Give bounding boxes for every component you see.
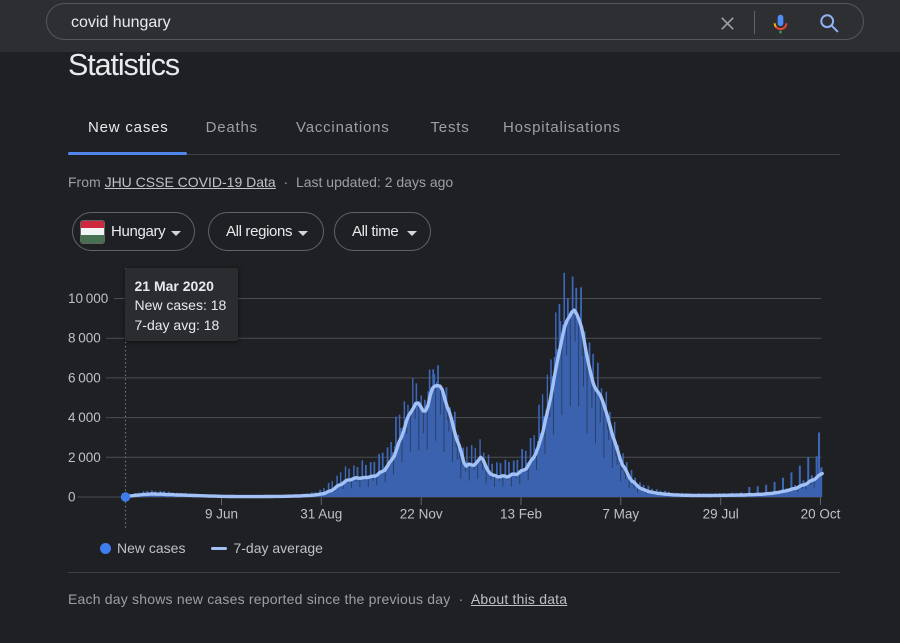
svg-text:7 May: 7 May xyxy=(602,507,639,522)
svg-text:29 Jul: 29 Jul xyxy=(703,507,739,522)
svg-text:8 000: 8 000 xyxy=(68,331,101,346)
svg-text:9 Jun: 9 Jun xyxy=(205,507,238,522)
svg-text:31 Aug: 31 Aug xyxy=(300,507,342,522)
svg-text:22 Nov: 22 Nov xyxy=(400,507,443,522)
svg-text:0: 0 xyxy=(68,490,76,505)
svg-text:20 Oct: 20 Oct xyxy=(801,507,841,522)
svg-text:2 000: 2 000 xyxy=(68,450,101,465)
svg-text:6 000: 6 000 xyxy=(68,370,101,385)
svg-text:4 000: 4 000 xyxy=(68,410,101,425)
svg-text:13 Feb: 13 Feb xyxy=(500,507,542,522)
svg-text:10 000: 10 000 xyxy=(68,291,108,306)
